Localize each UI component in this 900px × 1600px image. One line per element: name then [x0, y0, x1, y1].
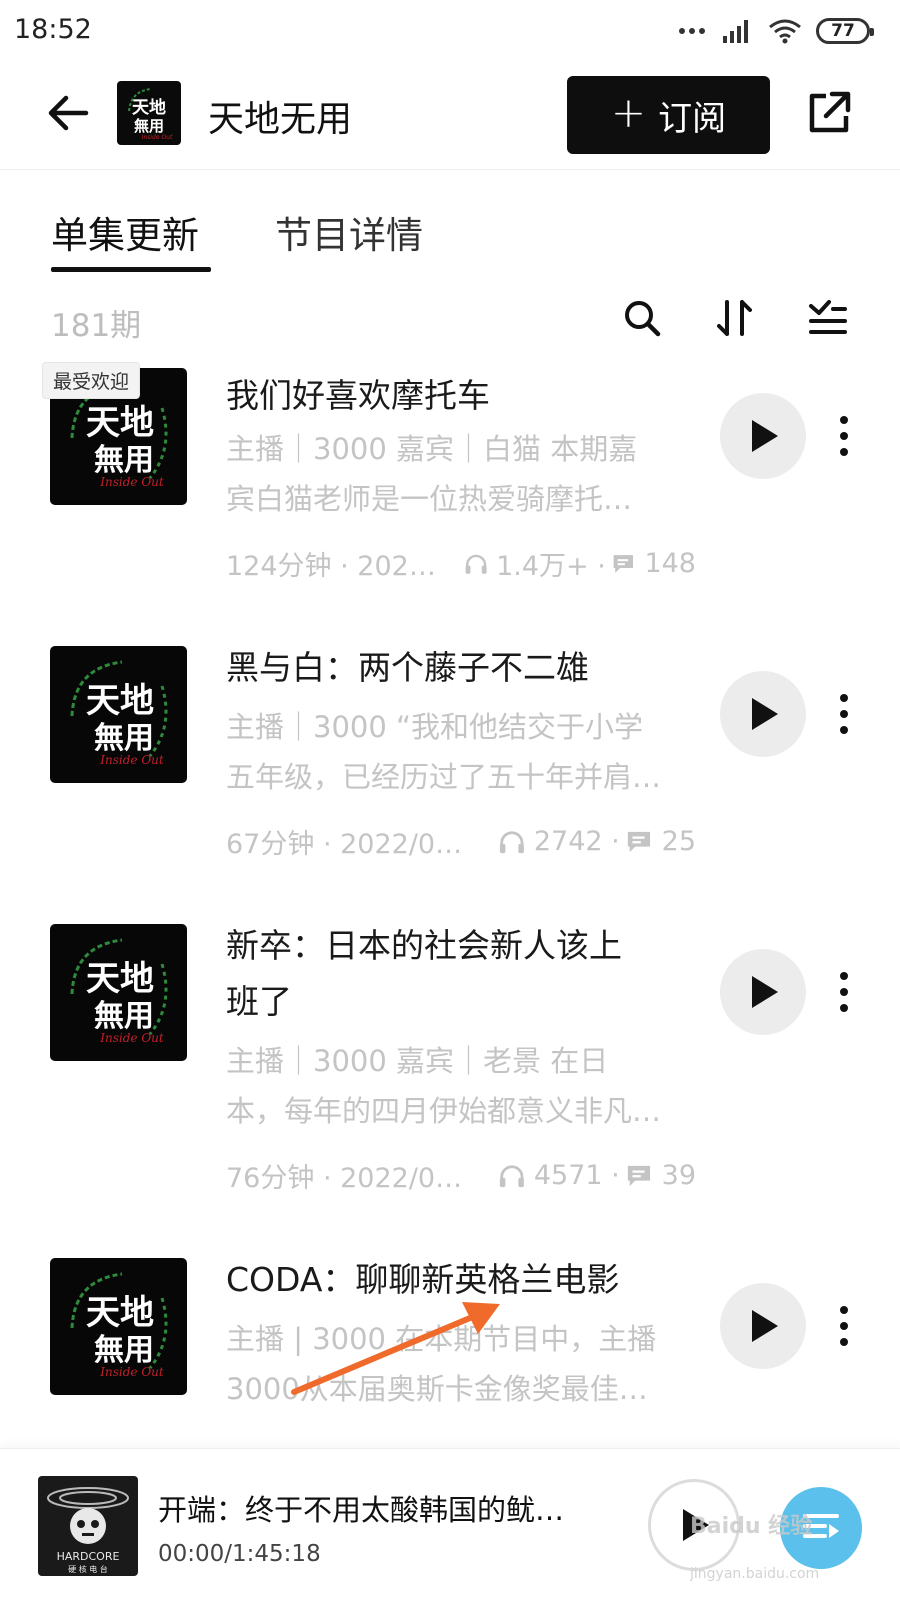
podcast-header: 天地 無用 Inside Out 天地无用 + 订阅 [0, 62, 900, 170]
episode-plays: 1.4万+ · [496, 551, 606, 582]
play-icon [752, 698, 778, 730]
episode-count: 181期 [51, 308, 142, 344]
episode-cover: 天地 無用 Inside Out [50, 924, 187, 1061]
filter-button[interactable] [805, 296, 851, 342]
now-playing-title: 开端：终于不用太酸韩国的鱿… [158, 1493, 565, 1527]
play-button[interactable] [720, 949, 806, 1035]
episode-duration-date: 124分钟 · 202… [226, 551, 436, 582]
episode-comments: 148 [644, 548, 696, 579]
episode-meta: 67分钟 · 2022/0… 2742 · 25 [226, 822, 696, 861]
episode-description: 主播｜3000 嘉宾｜老景 在日 本，每年的四月伊始都意义非凡… [226, 1044, 662, 1128]
podcast-cover: 天地 無用 Inside Out [117, 81, 181, 145]
arrow-left-icon [48, 95, 89, 131]
sort-button[interactable] [712, 296, 758, 342]
more-vertical-icon [840, 972, 848, 1012]
battery-indicator: 77 [816, 18, 874, 44]
svg-text:HARDCORE: HARDCORE [57, 1550, 120, 1563]
episode-toolbar: 181期 [0, 296, 900, 346]
episode-duration-date: 76分钟 · 2022/0… [226, 1163, 463, 1194]
svg-text:無用: 無用 [134, 117, 164, 135]
svg-text:天地: 天地 [86, 681, 154, 721]
status-bar: 18:52 77 [0, 0, 900, 62]
podcast-title: 天地无用 [208, 99, 353, 140]
more-vertical-icon [840, 416, 848, 456]
episode-meta: 124分钟 · 202… 1.4万+ · 148 [226, 544, 696, 583]
svg-text:Inside Out: Inside Out [99, 753, 164, 767]
now-playing-time: 00:00/1:45:18 [158, 1541, 321, 1567]
svg-text:天地: 天地 [132, 97, 166, 118]
popular-badge: 最受欢迎 [42, 362, 141, 399]
subscribe-button[interactable]: + 订阅 [567, 76, 770, 154]
episode-title: 我们好喜欢摩托车 [226, 376, 490, 415]
svg-text:無用: 無用 [94, 721, 154, 756]
more-vertical-icon [840, 1306, 848, 1346]
tab-episodes[interactable]: 单集更新 [51, 205, 199, 259]
svg-text:天地: 天地 [86, 1293, 154, 1333]
episode-cover: 天地 無用 Inside Out [50, 646, 187, 783]
search-icon [625, 301, 661, 337]
episode-title: 新卒：日本的社会新人该上 班了 [226, 926, 622, 1021]
svg-text:Inside Out: Inside Out [99, 1365, 164, 1379]
episode-description: 主播｜3000 嘉宾｜白猫 本期嘉 宾白猫老师是一位热爱骑摩托… [226, 432, 638, 516]
more-vertical-icon [840, 694, 848, 734]
episode-title: 黑与白：两个藤子不二雄 [226, 648, 589, 687]
mini-player-cover: HARDCORE 硬 核 电 台 [38, 1476, 138, 1576]
tab-bar: 单集更新 节目详情 [0, 205, 900, 275]
play-button[interactable] [720, 671, 806, 757]
headphones-icon [465, 554, 487, 574]
watermark-url: jingyan.baidu.com [690, 1566, 820, 1582]
share-icon [809, 91, 851, 133]
more-button[interactable] [832, 1304, 856, 1348]
share-button[interactable] [804, 88, 854, 138]
svg-text:無用: 無用 [94, 443, 154, 478]
svg-text:天地: 天地 [86, 959, 154, 999]
episode-plays: 2742 · [533, 826, 620, 857]
svg-text:Inside Out: Inside Out [99, 475, 164, 489]
comment-icon [613, 554, 633, 573]
signal-icon [723, 20, 748, 43]
episode-description: 主播｜3000 “我和他结交于小学 五年级，已经历过了五十年并肩… [226, 710, 662, 794]
episode-comments: 25 [661, 826, 696, 857]
back-button[interactable] [44, 88, 94, 138]
episode-duration-date: 67分钟 · 2022/0… [226, 829, 463, 860]
svg-text:無用: 無用 [94, 1333, 154, 1368]
subscribe-label: 订阅 [658, 98, 727, 139]
comment-icon [627, 1165, 650, 1186]
play-button[interactable] [720, 393, 806, 479]
svg-text:無用: 無用 [94, 999, 154, 1034]
comment-icon [627, 831, 650, 852]
plus-icon: + [610, 88, 647, 137]
headphones-icon [499, 830, 524, 853]
more-button[interactable] [832, 970, 856, 1014]
svg-text:硬 核 电 台: 硬 核 电 台 [68, 1564, 108, 1574]
headphones-icon [499, 1164, 524, 1187]
play-icon [752, 420, 778, 452]
svg-text:天地: 天地 [86, 403, 154, 443]
more-button[interactable] [832, 414, 856, 458]
more-button[interactable] [832, 692, 856, 736]
svg-text:Inside Out: Inside Out [142, 134, 173, 141]
episode-plays: 4571 · [533, 1160, 620, 1191]
wifi-icon [769, 19, 801, 44]
svg-text:Inside Out: Inside Out [99, 1031, 164, 1045]
play-icon [752, 976, 778, 1008]
status-icons: 77 [678, 16, 874, 46]
tab-details[interactable]: 节目详情 [275, 205, 423, 259]
play-icon [752, 1310, 778, 1342]
status-time: 18:52 [14, 14, 92, 45]
episode-cover: 天地 無用 Inside Out [50, 1258, 187, 1395]
episode-title: CODA：聊聊新英格兰电影 [226, 1260, 620, 1299]
watermark: Baidu 经验 [690, 1514, 813, 1539]
episode-comments: 39 [661, 1160, 696, 1191]
episode-description: 主播 | 3000 在本期节目中，主播 3000从本届奥斯卡金像奖最佳… [226, 1322, 657, 1406]
play-button[interactable] [720, 1283, 806, 1369]
tab-active-indicator [51, 267, 211, 272]
dots-icon [679, 28, 705, 34]
filter-list-icon [809, 300, 847, 334]
sort-icon [717, 300, 752, 336]
episode-meta: 76分钟 · 2022/0… 4571 · 39 [226, 1156, 696, 1195]
search-button[interactable] [620, 296, 666, 342]
